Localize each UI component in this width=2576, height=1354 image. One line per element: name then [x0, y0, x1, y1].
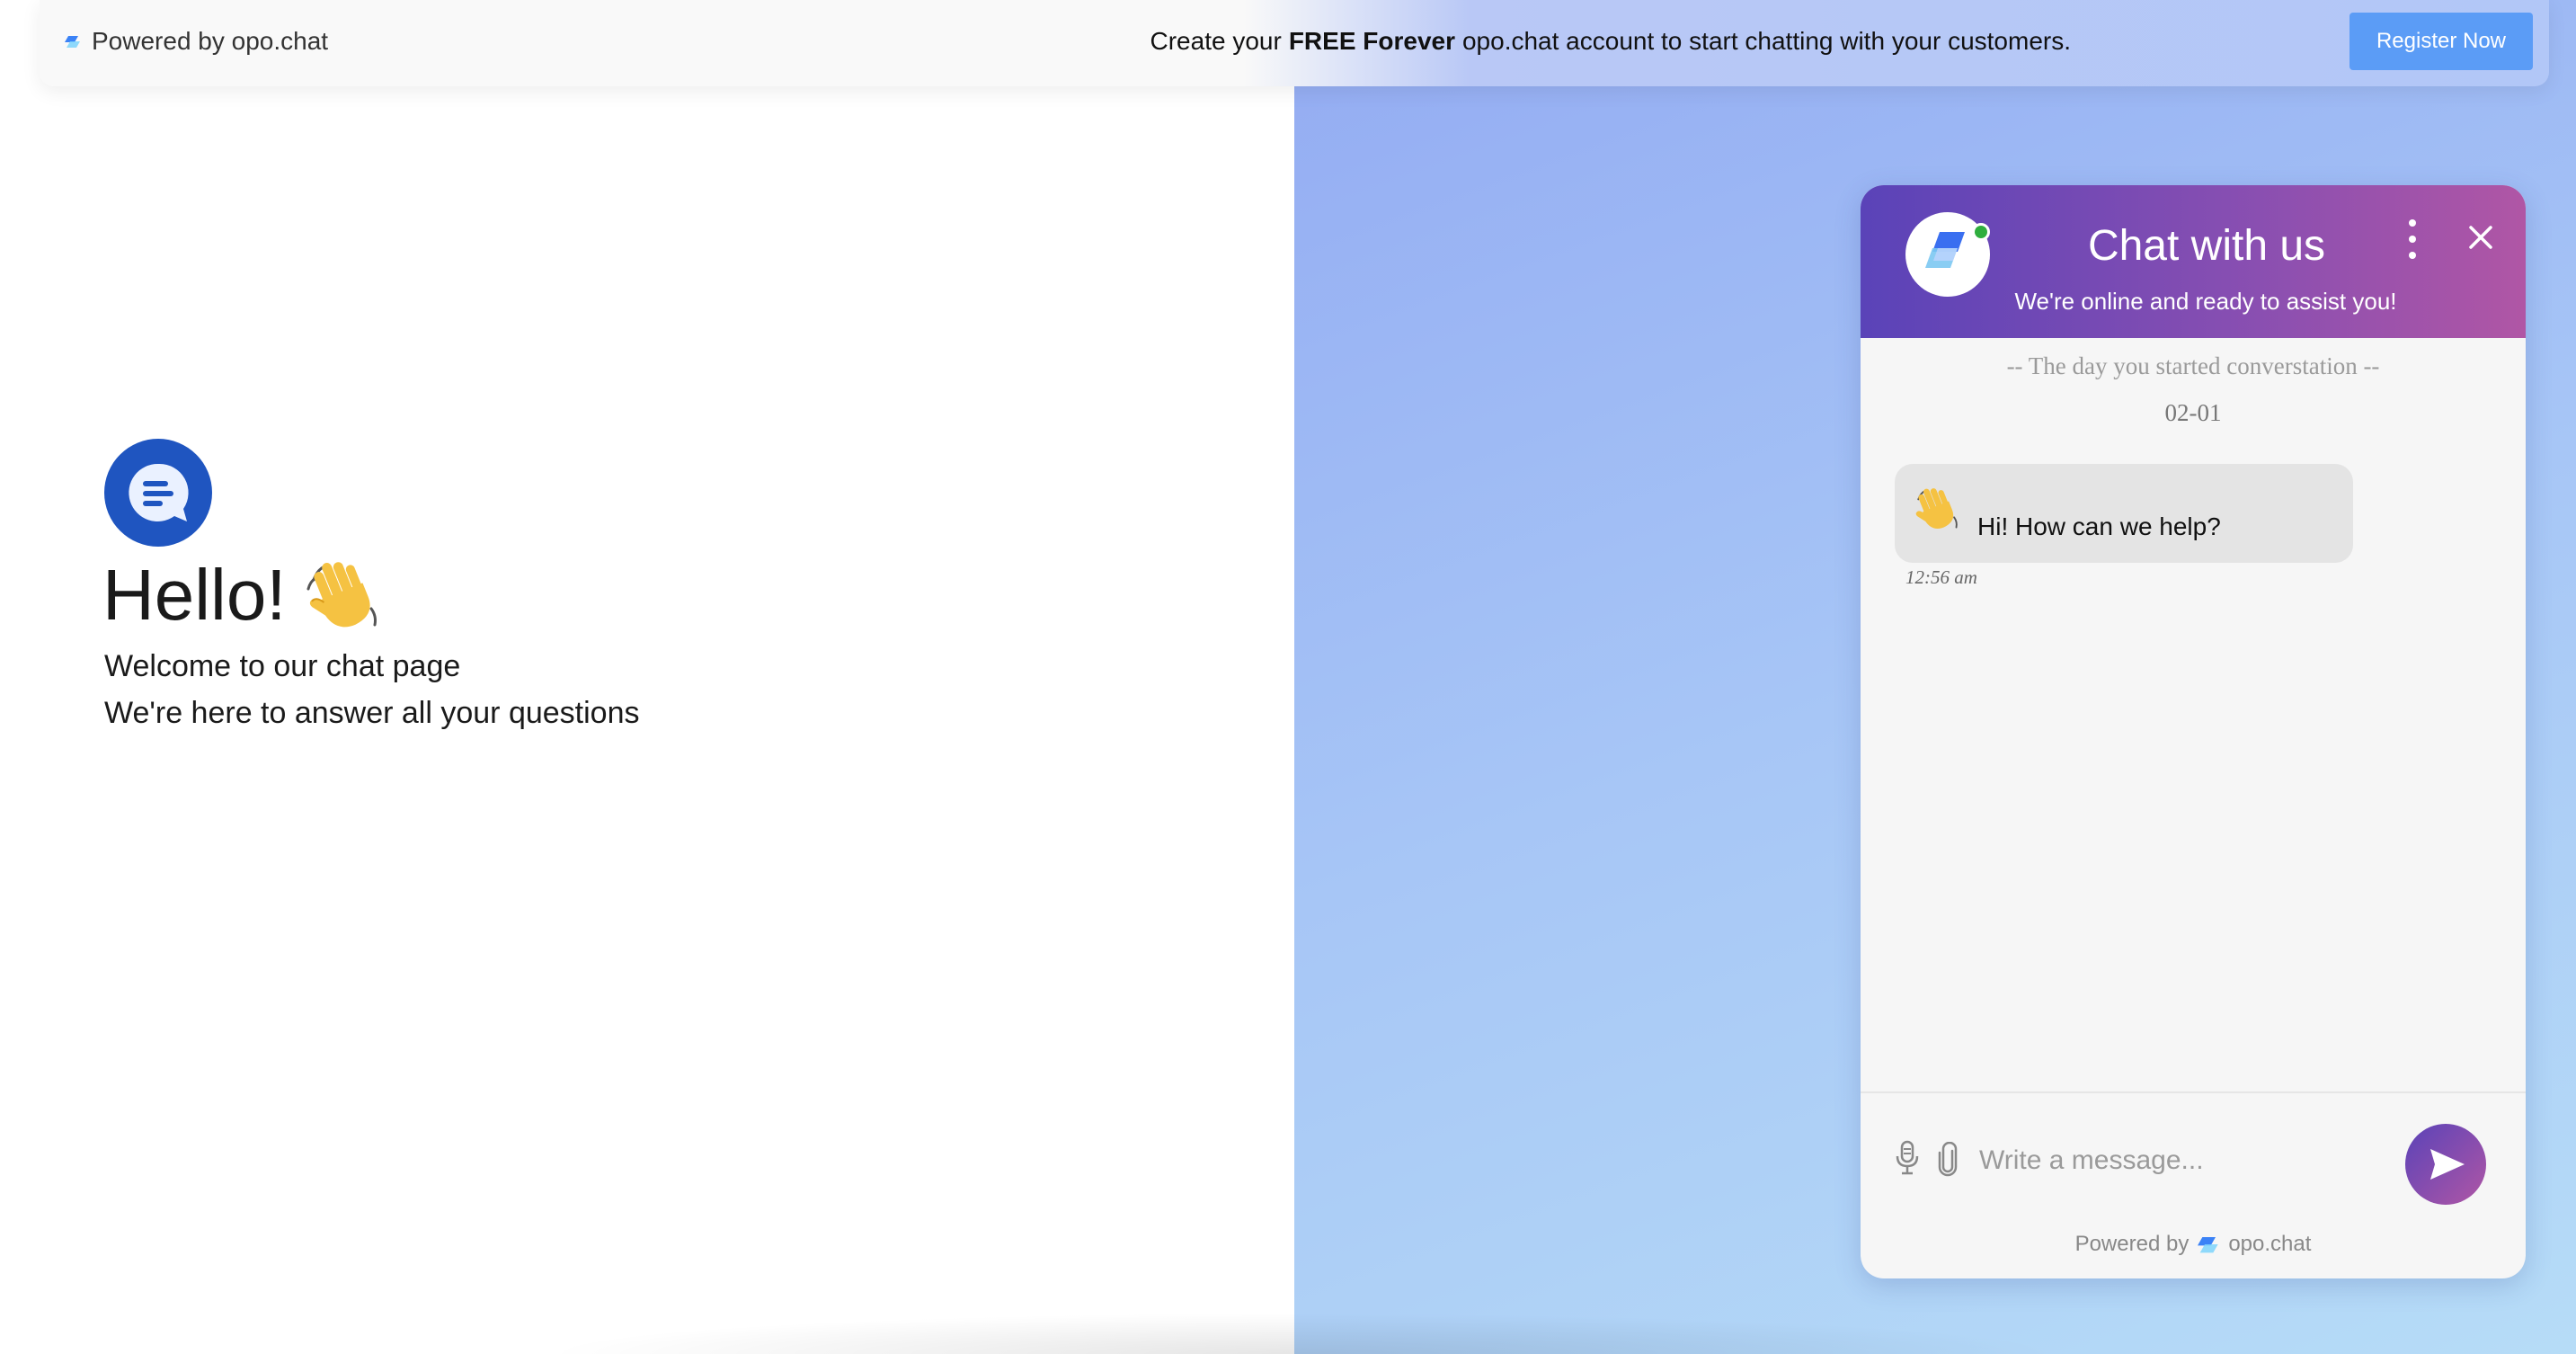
widget-powered-by-label: Powered by [2074, 1232, 2190, 1256]
conversation-date: 02-01 [2164, 399, 2222, 426]
chat-widget-header: Chat with us We're online and ready to a… [1861, 185, 2526, 338]
chat-bubble-icon [104, 439, 212, 547]
promo-text-end: opo.chat account to start chatting with … [1461, 27, 2071, 55]
top-banner: Powered by opo.chat Create your FREE For… [40, 0, 2549, 86]
agent-message-text: Hi! How can we help? [1977, 512, 2221, 540]
hero-title: Hello! [102, 550, 386, 640]
promo-text: Create your FREE Forever opo.chat accoun… [1150, 23, 2071, 59]
paperclip-icon[interactable] [1936, 1142, 1961, 1178]
promo-text-bold: FREE Forever [1288, 27, 1455, 55]
hero-title-text: Hello! [102, 555, 287, 635]
promo-text-start: Create your [1150, 27, 1282, 55]
opo-logo-icon [2198, 1237, 2218, 1253]
send-icon [2430, 1149, 2465, 1180]
message-timestamp: 12:56 am [1905, 566, 1977, 588]
microphone-icon[interactable] [1895, 1140, 1920, 1176]
powered-by-link[interactable]: Powered by opo.chat [65, 23, 328, 59]
hero-welcome-text: Welcome to our chat page [104, 649, 461, 683]
chat-widget: Chat with us We're online and ready to a… [1861, 185, 2526, 1278]
composer-divider [1861, 1091, 2526, 1093]
conversation-day-label: -- The day you started converstation -- [2006, 352, 2380, 379]
waving-hand-icon [306, 562, 377, 628]
powered-by-label: Powered by opo.chat [92, 27, 329, 55]
chat-widget-title: Chat with us [2087, 222, 2326, 270]
opo-logo-icon [65, 36, 80, 48]
message-input[interactable] [1977, 1131, 2376, 1190]
close-icon[interactable] [2461, 218, 2500, 257]
waving-hand-icon [1915, 488, 1958, 529]
agent-message-bubble: Hi! How can we help? [1895, 464, 2353, 563]
hero-subtitle-text: We're here to answer all your questions [104, 696, 640, 730]
chat-widget-subtitle: We're online and ready to assist you! [2014, 288, 2397, 315]
register-now-button[interactable]: Register Now [2349, 13, 2533, 70]
more-options-icon[interactable] [2403, 219, 2421, 259]
widget-powered-by: Powered by opo.chat [1861, 1228, 2526, 1260]
send-button[interactable] [2405, 1124, 2486, 1205]
widget-powered-by-brand: opo.chat [2228, 1232, 2312, 1256]
bottom-shadow [539, 1313, 2067, 1354]
